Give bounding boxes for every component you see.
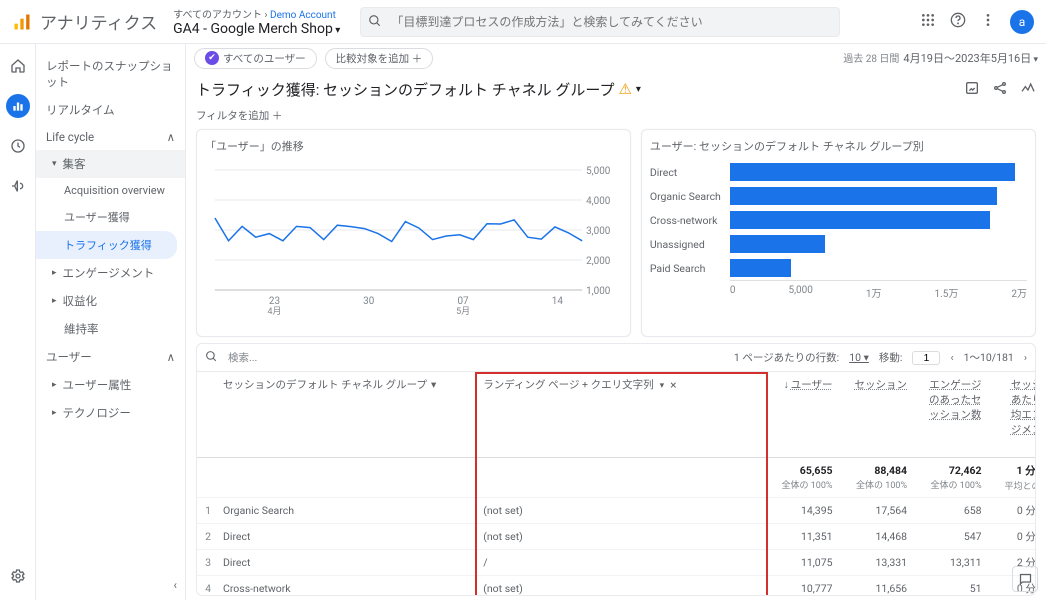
avatar[interactable]: a	[1010, 10, 1034, 34]
advertising-icon[interactable]	[6, 174, 30, 198]
feedback-icon[interactable]	[1012, 566, 1038, 592]
customize-icon[interactable]	[964, 80, 980, 99]
col-users[interactable]: ↓ユーザー	[766, 372, 839, 458]
rows-per-page-select[interactable]: 10 ▾	[849, 351, 869, 364]
svg-text:5月: 5月	[456, 306, 470, 317]
svg-text:14: 14	[552, 296, 564, 307]
bar-row: Cross-network	[650, 208, 1027, 232]
col-landing-page[interactable]: ランディング ページ + クエリ文字列×	[477, 372, 765, 458]
breadcrumb[interactable]: すべてのアカウント › Demo Account	[173, 6, 340, 21]
col-sessions[interactable]: セッション	[839, 372, 914, 458]
nav-user-acq[interactable]: ユーザー獲得	[36, 203, 185, 231]
nav-monetization[interactable]: ▸収益化	[36, 287, 185, 315]
line-chart: 5,000 4,000 3,000 2,000 1,000 23 4月 30 0…	[205, 160, 622, 330]
col-channel-group[interactable]: セッションのデフォルト チャネル グループ ▾	[217, 372, 477, 458]
svg-text:30: 30	[363, 296, 375, 307]
nav-lifecycle[interactable]: Life cycle∧	[36, 124, 185, 150]
nav-snapshot[interactable]: レポートのスナップショット	[36, 52, 185, 96]
svg-text:4,000: 4,000	[586, 196, 611, 207]
date-range-picker[interactable]: 過去 28 日間4月19日～2023年5月16日	[843, 50, 1038, 66]
svg-text:1,000: 1,000	[586, 286, 611, 297]
more-icon[interactable]	[980, 12, 996, 31]
svg-text:3,000: 3,000	[586, 226, 611, 237]
search-input[interactable]	[360, 7, 840, 37]
goto-label: 移動:	[879, 350, 903, 365]
table-row[interactable]: 2Direct(not set)11,35114,4685470 分 01 秒0…	[197, 524, 1035, 550]
line-chart-card: 「ユーザー」の推移 5,000 4,000 3,000 2,000 1,000 …	[196, 129, 631, 337]
col-engaged-sessions[interactable]: エンゲージ のあったセ ッション数	[913, 372, 988, 458]
line-chart-title: 「ユーザー」の推移	[205, 138, 622, 154]
summary-row: 65,655全体の 100% 88,484全体の 100% 72,462全体の …	[197, 458, 1035, 498]
bar-chart-card: ユーザー: セッションのデフォルト チャネル グループ別 DirectOrgan…	[641, 129, 1036, 337]
svg-text:5,000: 5,000	[586, 166, 611, 177]
nav-acquisition[interactable]: ▾集客	[36, 150, 185, 178]
data-table: 検索... 1 ページあたりの行数: 10 ▾ 移動: ‹ 1～10/181 ›	[196, 343, 1036, 596]
nav-engagement[interactable]: ▸エンゲージメント	[36, 259, 185, 287]
page-title: トラフィック獲得: セッションのデフォルト チャネル グループ ⚠ ▾	[196, 79, 641, 100]
table-row[interactable]: 1Organic Search(not set)14,39517,5646580…	[197, 498, 1035, 524]
help-icon[interactable]	[950, 12, 966, 31]
bar-chart-title: ユーザー: セッションのデフォルト チャネル グループ別	[650, 138, 1027, 154]
warning-icon[interactable]: ⚠	[618, 80, 631, 98]
apps-icon[interactable]	[920, 12, 936, 31]
page-range: 1～10/181	[964, 350, 1014, 365]
table-row[interactable]: 3Direct/11,07513,33113,3112 分 06 秒1.2032	[197, 550, 1035, 576]
page-next-icon[interactable]: ›	[1024, 351, 1027, 364]
brand-name: アナリティクス	[40, 9, 157, 34]
bar-row: Unassigned	[650, 232, 1027, 256]
nav-user-section[interactable]: ユーザー∧	[36, 343, 185, 371]
table-search-icon[interactable]	[205, 350, 218, 366]
add-filter[interactable]: フィルタを追加 ＋	[196, 109, 282, 122]
chip-add-comparison[interactable]: 比較対象を追加 ＋	[325, 48, 434, 69]
nav-technology[interactable]: ▸テクノロジー	[36, 399, 185, 427]
bar-row: Direct	[650, 160, 1027, 184]
search-icon	[368, 14, 382, 31]
analytics-logo-icon	[12, 12, 32, 32]
page-prev-icon[interactable]: ‹	[950, 351, 953, 364]
table-search-label[interactable]: 検索...	[228, 350, 257, 365]
nav-user-attributes[interactable]: ▸ユーザー属性	[36, 371, 185, 399]
col-avg-engagement-time[interactable]: セッション あたりの平 均エンゲー ジメント時 間	[988, 372, 1035, 458]
bar-row: Paid Search	[650, 256, 1027, 280]
explore-icon[interactable]	[6, 134, 30, 158]
property-selector[interactable]: GA4 - Google Merch Shop	[173, 21, 340, 37]
remove-secondary-dim-icon[interactable]: ×	[670, 378, 676, 392]
settings-icon[interactable]	[6, 564, 30, 588]
svg-text:07: 07	[457, 296, 469, 307]
goto-input[interactable]	[912, 351, 940, 365]
collapse-nav-icon[interactable]: ‹	[174, 578, 177, 592]
nav-realtime[interactable]: リアルタイム	[36, 96, 185, 124]
nav-retention[interactable]: 維持率	[36, 315, 185, 343]
share-icon[interactable]	[992, 80, 1008, 99]
bar-chart: DirectOrganic SearchCross-networkUnassig…	[650, 160, 1027, 330]
rows-per-page-label: 1 ページあたりの行数:	[734, 350, 839, 365]
chip-all-users[interactable]: ✔すべてのユーザー	[194, 48, 317, 69]
nav-traffic-acq[interactable]: トラフィック獲得	[36, 231, 177, 259]
home-icon[interactable]	[6, 54, 30, 78]
nav-acq-overview[interactable]: Acquisition overview	[36, 178, 185, 203]
insights-icon[interactable]	[1020, 80, 1036, 99]
svg-text:23: 23	[269, 296, 280, 307]
table-row[interactable]: 4Cross-network(not set)10,77711,656510 分…	[197, 576, 1035, 596]
reports-icon[interactable]	[6, 94, 30, 118]
svg-text:4月: 4月	[268, 306, 282, 317]
svg-text:2,000: 2,000	[586, 256, 611, 267]
bar-row: Organic Search	[650, 184, 1027, 208]
